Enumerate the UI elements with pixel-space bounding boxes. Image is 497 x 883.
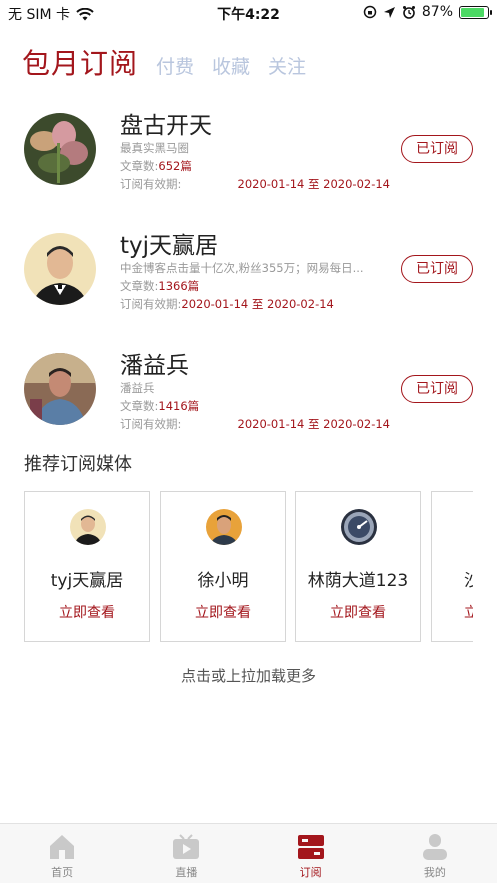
recommend-avatar xyxy=(206,509,242,545)
subscribed-button[interactable]: 已订阅 xyxy=(401,255,473,283)
tab-mine-label: 我的 xyxy=(423,866,446,879)
view-now-link[interactable]: 立即查看 xyxy=(296,602,420,622)
top-tabs: 包月订阅 付费 收藏 关注 xyxy=(22,42,306,82)
recommend-card[interactable]: 沙 立 xyxy=(431,491,473,642)
tab-subscribe[interactable]: 订阅 xyxy=(249,824,373,883)
recommend-title: 推荐订阅媒体 xyxy=(24,454,132,475)
recommend-card[interactable]: 林荫大道123 立即查看 xyxy=(295,491,421,642)
tab-live-label: 直播 xyxy=(175,866,198,879)
battery-fill xyxy=(461,7,484,17)
user-icon xyxy=(422,834,447,860)
article-count-label: 文章数: xyxy=(120,399,159,413)
article-count-label: 文章数: xyxy=(120,279,159,293)
battery-percent: 87% xyxy=(421,4,453,20)
subscription-period: 订阅有效期: 2020-01-14 至 2020-02-14 xyxy=(120,176,390,192)
tab-home-label: 首页 xyxy=(51,866,74,879)
recommend-carousel[interactable]: tyj天赢居 立即查看 徐小明 立即查看 林荫大道123 立即查看 沙 立 xyxy=(24,491,473,643)
avatar[interactable] xyxy=(24,233,96,305)
article-count-value: 1366篇 xyxy=(158,279,200,293)
alarm-icon xyxy=(402,6,415,19)
tab-paid[interactable]: 付费 xyxy=(156,52,194,79)
media-description: 潘益兵 xyxy=(120,381,155,395)
subscription-period: 订阅有效期:2020-01-14 至 2020-02-14 xyxy=(120,296,390,312)
article-count: 文章数:1366篇 xyxy=(120,278,199,294)
recommend-avatar xyxy=(70,509,106,545)
bottom-tab-bar: 首页 直播 订阅 我的 xyxy=(0,823,497,883)
article-count: 文章数:652篇 xyxy=(120,158,192,174)
view-now-link[interactable]: 立即查看 xyxy=(161,602,285,622)
status-right: 87% xyxy=(363,4,492,20)
tab-follow[interactable]: 关注 xyxy=(268,52,306,79)
subscription-item[interactable]: 潘益兵 潘益兵 文章数:1416篇 订阅有效期: 2020-01-14 至 202… xyxy=(0,346,497,446)
period-label: 订阅有效期: xyxy=(120,177,182,191)
media-description: 最真实黑马圈 xyxy=(120,141,189,155)
view-now-link[interactable]: 立即查看 xyxy=(25,602,149,622)
period-label: 订阅有效期: xyxy=(120,297,182,311)
recommend-avatar xyxy=(341,509,377,545)
article-count-label: 文章数: xyxy=(120,159,159,173)
subscribed-button[interactable]: 已订阅 xyxy=(401,375,473,403)
avatar[interactable] xyxy=(24,353,96,425)
media-name: 盘古开天 xyxy=(120,113,212,139)
tab-monthly-subscription[interactable]: 包月订阅 xyxy=(22,42,138,82)
media-description: 中金博客点击量十亿次,粉丝355万；网易每日... xyxy=(120,261,364,275)
period-range: 2020-01-14 至 2020-02-14 xyxy=(237,177,390,191)
rotation-lock-icon xyxy=(363,5,377,19)
article-count-value: 1416篇 xyxy=(158,399,200,413)
status-bar: 无 SIM 卡 下午4:22 87% xyxy=(0,0,497,26)
recommend-card[interactable]: tyj天赢居 立即查看 xyxy=(24,491,150,642)
tab-subscribe-label: 订阅 xyxy=(299,866,322,879)
avatar[interactable] xyxy=(24,113,96,185)
subscription-item[interactable]: 盘古开天 最真实黑马圈 文章数:652篇 订阅有效期: 2020-01-14 至 … xyxy=(0,106,497,206)
article-count: 文章数:1416篇 xyxy=(120,398,199,414)
article-count-value: 652篇 xyxy=(158,159,192,173)
subscribe-icon xyxy=(297,835,324,859)
recommend-name: 沙 xyxy=(464,571,473,591)
load-more-button[interactable]: 点击或上拉加载更多 xyxy=(0,665,497,686)
battery-icon xyxy=(459,5,492,19)
tab-home[interactable]: 首页 xyxy=(0,824,124,883)
tab-mine[interactable]: 我的 xyxy=(373,824,497,883)
recommend-card[interactable]: 徐小明 立即查看 xyxy=(160,491,286,642)
subscription-period: 订阅有效期: 2020-01-14 至 2020-02-14 xyxy=(120,416,390,432)
recommend-name: 林荫大道123 xyxy=(307,571,409,591)
subscribed-button[interactable]: 已订阅 xyxy=(401,135,473,163)
home-icon xyxy=(50,835,75,859)
recommend-name: tyj天赢居 xyxy=(50,571,124,591)
period-label: 订阅有效期: xyxy=(120,417,182,431)
subscription-item[interactable]: tyj天赢居 中金博客点击量十亿次,粉丝355万；网易每日... 文章数:136… xyxy=(0,226,497,326)
tab-live[interactable]: 直播 xyxy=(124,824,248,883)
period-range: 2020-01-14 至 2020-02-14 xyxy=(181,297,334,311)
view-now-link[interactable]: 立 xyxy=(432,602,473,622)
location-icon xyxy=(383,6,395,18)
recommend-name: 徐小明 xyxy=(197,571,249,591)
period-range: 2020-01-14 至 2020-02-14 xyxy=(237,417,390,431)
tv-play-icon xyxy=(173,834,200,859)
media-name: 潘益兵 xyxy=(120,353,189,379)
media-name: tyj天赢居 xyxy=(120,233,219,259)
tab-favorites[interactable]: 收藏 xyxy=(212,52,250,79)
